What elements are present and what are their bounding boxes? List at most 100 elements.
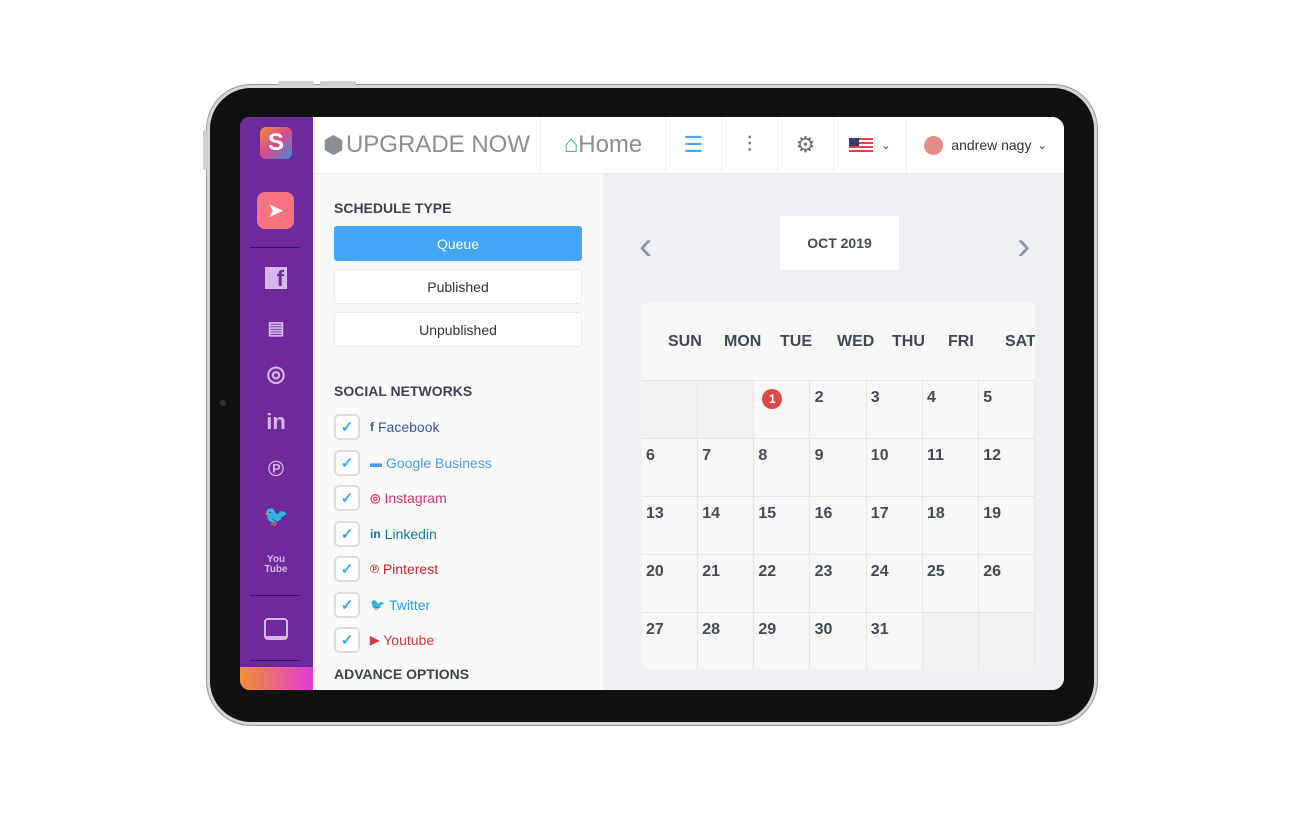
- day-cell[interactable]: 7: [698, 438, 755, 496]
- network-label: Twitter: [388, 596, 431, 613]
- day-cell[interactable]: 8: [754, 438, 811, 496]
- sidebar: S ➤ f ▤ ◎ in ℗ 🐦 You Tube: [240, 117, 313, 690]
- home-label: Home: [578, 131, 643, 158]
- day-cell[interactable]: 28: [698, 612, 755, 669]
- day-number: 15: [758, 505, 777, 522]
- linkedin-icon[interactable]: in: [260, 406, 292, 438]
- day-cell[interactable]: 19: [979, 496, 1035, 554]
- server-icon[interactable]: [260, 613, 292, 645]
- network-instagram[interactable]: ✓ ◎ Instagram: [334, 485, 447, 511]
- advance-options-heading: ADVANCE OPTIONS: [334, 666, 470, 682]
- day-cell[interactable]: 20: [642, 554, 698, 612]
- day-cell[interactable]: 26: [979, 554, 1035, 612]
- day-number: 2: [814, 389, 824, 406]
- day-cell[interactable]: 3: [866, 380, 923, 438]
- checkbox[interactable]: ✓: [334, 591, 360, 618]
- day-cell[interactable]: 30: [810, 612, 867, 669]
- twitter-icon[interactable]: 🐦: [260, 500, 292, 532]
- day-number: 7: [702, 447, 712, 464]
- send-icon[interactable]: ➤: [257, 192, 294, 229]
- empty-day-cell[interactable]: [923, 612, 979, 669]
- unpublished-button[interactable]: Unpublished: [334, 312, 582, 347]
- layers-icon[interactable]: ☰: [666, 117, 722, 174]
- upgrade-now-link[interactable]: ⬢ UPGRADE NOW: [313, 117, 541, 174]
- published-button[interactable]: Published: [334, 269, 582, 304]
- camera: [220, 400, 226, 406]
- checkbox[interactable]: ✓: [334, 627, 360, 653]
- day-cell[interactable]: 5: [979, 380, 1035, 438]
- profile-widget[interactable]: [240, 667, 313, 690]
- day-cell[interactable]: 10: [866, 438, 923, 496]
- weekday-wed: WED: [837, 333, 875, 350]
- sliders-icon[interactable]: ⫶: [722, 117, 778, 174]
- network-google-business[interactable]: ✓ ▬ Google Business: [334, 449, 492, 476]
- day-cell[interactable]: 11: [923, 438, 979, 496]
- day-cell[interactable]: 27: [642, 612, 698, 669]
- day-number: 19: [983, 505, 1001, 522]
- language-selector[interactable]: ⌄: [834, 117, 907, 174]
- day-cell[interactable]: 2: [810, 380, 867, 438]
- gear-icon[interactable]: ⚙: [778, 117, 834, 174]
- app-logo[interactable]: S: [260, 127, 292, 159]
- checkbox[interactable]: ✓: [334, 556, 360, 582]
- day-cell[interactable]: 15: [754, 496, 811, 554]
- empty-day-cell[interactable]: [698, 380, 755, 438]
- youtube-icon[interactable]: You Tube: [260, 549, 292, 581]
- day-cell[interactable]: 1: [754, 380, 811, 438]
- network-pinterest[interactable]: ✓ ℗ Pinterest: [334, 556, 438, 582]
- day-cell[interactable]: 6: [642, 438, 698, 496]
- day-number: 14: [702, 505, 720, 522]
- next-month-button[interactable]: ›: [1017, 224, 1030, 269]
- day-number: 12: [983, 447, 1001, 464]
- day-cell[interactable]: 21: [698, 554, 755, 612]
- day-number: 26: [983, 563, 1001, 580]
- home-icon: ⌂: [563, 131, 579, 158]
- instagram-icon[interactable]: ◎: [260, 358, 292, 390]
- checkbox[interactable]: ✓: [334, 414, 360, 440]
- day-cell[interactable]: 25: [923, 554, 979, 612]
- store-icon[interactable]: ▤: [260, 312, 292, 344]
- day-cell[interactable]: 4: [923, 380, 979, 438]
- day-cell[interactable]: 9: [810, 438, 867, 496]
- checkbox[interactable]: ✓: [334, 485, 360, 511]
- day-cell[interactable]: 31: [866, 612, 923, 669]
- checkbox[interactable]: ✓: [334, 520, 360, 547]
- day-cell[interactable]: 24: [866, 554, 923, 612]
- schedule-type-heading: SCHEDULE TYPE: [334, 200, 452, 216]
- day-number: 20: [646, 563, 664, 580]
- checkbox[interactable]: ✓: [334, 449, 360, 476]
- network-linkedin[interactable]: ✓ in Linkedin: [334, 520, 437, 547]
- home-link[interactable]: ⌂ Home: [541, 117, 666, 174]
- day-cell[interactable]: 14: [698, 496, 755, 554]
- network-label: Youtube: [383, 632, 435, 648]
- prev-month-button[interactable]: ‹: [639, 224, 652, 269]
- day-cell[interactable]: 29: [754, 612, 811, 669]
- day-number: 24: [870, 563, 889, 580]
- facebook-icon[interactable]: f: [260, 262, 292, 294]
- user-menu[interactable]: andrew nagy ⌄: [907, 117, 1064, 174]
- queue-button[interactable]: Queue: [334, 226, 582, 261]
- month-label: OCT 2019: [780, 216, 899, 270]
- day-number: 4: [927, 389, 936, 406]
- network-label: Google Business: [386, 454, 492, 471]
- network-twitter[interactable]: ✓ 🐦 Twitter: [334, 591, 431, 618]
- network-facebook[interactable]: ✓ f Facebook: [334, 414, 439, 440]
- day-cell[interactable]: 13: [642, 496, 698, 554]
- network-youtube[interactable]: ✓ ▶ Youtube: [334, 627, 434, 653]
- empty-day-cell[interactable]: [642, 380, 698, 438]
- pinterest-icon[interactable]: ℗: [260, 453, 292, 485]
- empty-day-cell[interactable]: [979, 612, 1035, 669]
- calendar-grid: SUN MON TUE WED THU FRI SAT 1 2 3 4 5 6 7 8 9 10 11 12 13 14…: [642, 303, 1035, 669]
- day-cell[interactable]: 18: [923, 496, 979, 554]
- day-cell[interactable]: 17: [866, 496, 923, 554]
- instagram-icon: ◎: [370, 491, 381, 505]
- day-number: 10: [870, 447, 889, 464]
- day-number: 13: [646, 505, 664, 522]
- day-number: 31: [870, 621, 889, 638]
- day-cell[interactable]: 23: [810, 554, 867, 612]
- day-cell[interactable]: 16: [810, 496, 867, 554]
- day-number: 8: [758, 447, 768, 464]
- day-cell[interactable]: 22: [754, 554, 811, 612]
- facebook-icon: f: [370, 420, 374, 434]
- day-cell[interactable]: 12: [979, 438, 1035, 496]
